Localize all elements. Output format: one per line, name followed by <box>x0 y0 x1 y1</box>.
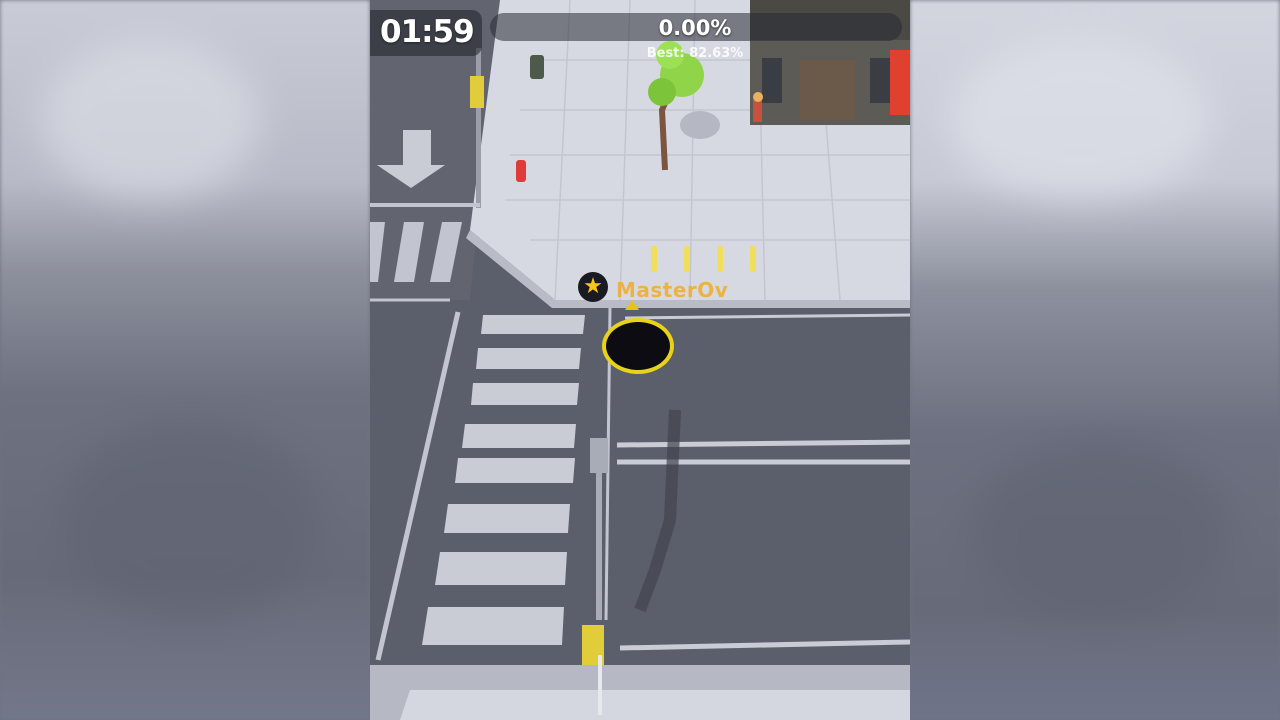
player-hole[interactable] <box>602 318 674 374</box>
player-pointer-icon <box>625 300 639 310</box>
progress-percent: 0.00% <box>658 16 732 40</box>
left-blurred-background <box>0 0 370 720</box>
player-name: MasterOv <box>616 278 729 302</box>
right-blurred-background <box>910 0 1280 720</box>
best-score: Best: 82.63% <box>646 46 744 61</box>
star-icon: ★ <box>578 272 608 302</box>
game-viewport[interactable]: 01:59 0.00% Best: 82.63% ★ MasterOv <box>370 0 910 720</box>
